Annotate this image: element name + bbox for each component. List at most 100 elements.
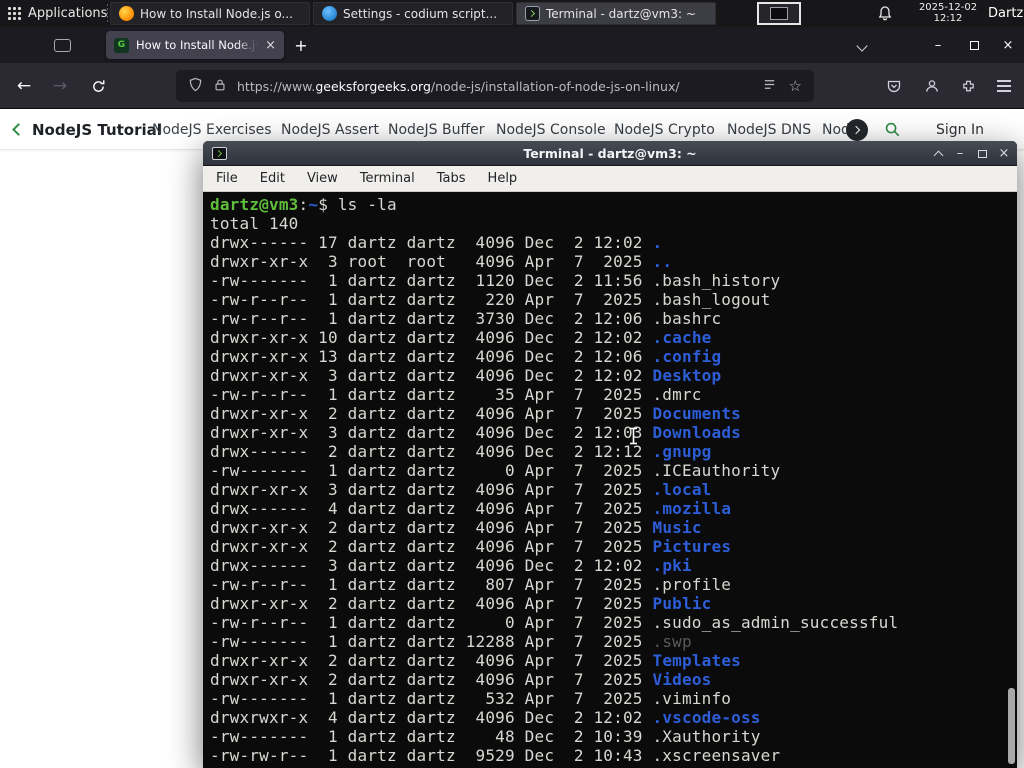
- browser-tab-bar: G How to Install Node.js on × + – ×: [0, 27, 1024, 63]
- url-path: /node-js/installation-of-node-js-on-linu…: [430, 78, 680, 94]
- menu-file[interactable]: File: [205, 166, 249, 191]
- terminal-title: Terminal - dartz@vm3: ~: [523, 146, 697, 161]
- terminal-line: -rw-r--r-- 1 dartz dartz 3730 Dec 2 12:0…: [210, 309, 722, 328]
- hamburger-bars: [997, 80, 1011, 92]
- terminal-line: total 140: [210, 214, 299, 233]
- tab-close-icon[interactable]: ×: [265, 38, 276, 53]
- terminal-line: drwxrwxr-x 4 dartz dartz 4096 Dec 2 12:0…: [210, 708, 761, 727]
- extensions-icon[interactable]: [954, 72, 982, 100]
- terminal-line: drwxr-xr-x 3 dartz dartz 4096 Dec 2 12:0…: [210, 366, 722, 385]
- user-label: Dartz: [988, 6, 1024, 21]
- terminal-line: drwx------ 17 dartz dartz 4096 Dec 2 12:…: [210, 233, 663, 252]
- nav-scroll-right-button[interactable]: [846, 119, 868, 141]
- firefox-view-icon[interactable]: [54, 39, 71, 52]
- forward-button[interactable]: →: [46, 72, 74, 100]
- terminal-line: drwxr-xr-x 2 dartz dartz 4096 Apr 7 2025…: [210, 670, 712, 689]
- terminal-close-button[interactable]: ×: [993, 141, 1015, 166]
- taskbar-window-codium[interactable]: Settings - codium script...: [313, 2, 513, 25]
- taskbar-window-firefox[interactable]: How to Install Node.js o...: [110, 2, 310, 25]
- terminal-line: drwx------ 2 dartz dartz 4096 Dec 2 12:1…: [210, 442, 712, 461]
- menu-help[interactable]: Help: [477, 166, 529, 191]
- terminal-window: Terminal - dartz@vm3: ~ – × File Edit Vi…: [203, 141, 1017, 768]
- terminal-line: -rw-r--r-- 1 dartz dartz 35 Apr 7 2025 .…: [210, 385, 702, 404]
- browser-toolbar: ← → https://www.geeksforgeeks.org/node-j…: [0, 63, 1024, 109]
- account-icon[interactable]: [918, 72, 946, 100]
- terminal-line: -rw------- 1 dartz dartz 0 Apr 7 2025 .I…: [210, 461, 781, 480]
- menu-hamburger-icon[interactable]: [990, 72, 1018, 100]
- menu-terminal[interactable]: Terminal: [349, 166, 426, 191]
- list-all-tabs-icon[interactable]: [856, 40, 868, 52]
- back-button[interactable]: ←: [10, 72, 38, 100]
- terminal-screen[interactable]: dartz@vm3:~$ ls -la total 140 drwx------ 1…: [203, 192, 1017, 768]
- terminal-scrollbar[interactable]: [1005, 192, 1017, 768]
- terminal-menu-bar: File Edit View Terminal Tabs Help: [203, 166, 1017, 192]
- terminal-line: -rw-rw-r-- 1 dartz dartz 9529 Dec 2 10:4…: [210, 746, 781, 765]
- window-maximize-button[interactable]: [960, 36, 988, 54]
- clock[interactable]: 2025-12-02 12:12: [912, 2, 984, 24]
- tracking-shield-icon[interactable]: [188, 77, 203, 96]
- site-favicon: G: [114, 37, 129, 53]
- clock-date: 2025-12-02: [918, 2, 978, 13]
- browser-tab-active[interactable]: G How to Install Node.js on ×: [106, 31, 284, 59]
- bookmark-star-icon[interactable]: ☆: [789, 78, 802, 94]
- menu-view[interactable]: View: [296, 166, 349, 191]
- reader-mode-icon[interactable]: [762, 77, 777, 96]
- lock-icon[interactable]: [213, 77, 227, 96]
- terminal-line: -rw------- 1 dartz dartz 532 Apr 7 2025 …: [210, 689, 732, 708]
- terminal-title-bar[interactable]: Terminal - dartz@vm3: ~ – ×: [203, 141, 1017, 166]
- terminal-line: -rw-r--r-- 1 dartz dartz 220 Apr 7 2025 …: [210, 290, 771, 309]
- terminal-app-icon: [212, 147, 227, 160]
- window-minimize-button[interactable]: –: [924, 36, 952, 54]
- new-tab-button[interactable]: +: [290, 34, 312, 56]
- nav-scroll-left-icon[interactable]: [12, 123, 25, 136]
- terminal-line: drwxr-xr-x 2 dartz dartz 4096 Apr 7 2025…: [210, 651, 741, 670]
- desktop: Applications How to Install Node.js o...…: [0, 0, 1024, 768]
- tray-terminal-inner-icon: [770, 7, 788, 20]
- chevron-right-icon: [851, 125, 861, 135]
- terminal-line: drwxr-xr-x 3 root root 4096 Apr 7 2025 .…: [210, 252, 673, 271]
- tray-terminal-icon[interactable]: [757, 2, 801, 25]
- terminal-line: dartz@vm3:~$ ls -la: [210, 195, 397, 214]
- url-bar[interactable]: https://www.geeksforgeeks.org/node-js/in…: [176, 70, 814, 102]
- mouse-cursor: [628, 427, 639, 449]
- menu-edit[interactable]: Edit: [249, 166, 296, 191]
- url-text[interactable]: https://www.geeksforgeeks.org/node-js/in…: [237, 79, 752, 94]
- terminal-line: drwxr-xr-x 2 dartz dartz 4096 Apr 7 2025…: [210, 404, 741, 423]
- maximize-icon: [969, 40, 979, 50]
- menu-tabs[interactable]: Tabs: [426, 166, 477, 191]
- applications-menu-button[interactable]: Applications: [0, 0, 119, 27]
- url-domain: geeksforgeeks.org: [315, 78, 431, 94]
- terminal-minimize-button[interactable]: –: [949, 141, 971, 166]
- pocket-icon[interactable]: [880, 72, 908, 100]
- window-close-button[interactable]: ×: [994, 36, 1022, 54]
- terminal-line: drwxr-xr-x 2 dartz dartz 4096 Apr 7 2025…: [210, 537, 732, 556]
- nav-item-tutorial[interactable]: NodeJS Tutorial: [32, 109, 162, 150]
- taskbar-window-title: Settings - codium script...: [343, 6, 498, 21]
- terminal-line: drwxr-xr-x 2 dartz dartz 4096 Apr 7 2025…: [210, 518, 702, 537]
- notifications-bell-icon[interactable]: [877, 5, 893, 25]
- taskbar-window-terminal[interactable]: Terminal - dartz@vm3: ~: [516, 2, 716, 25]
- terminal-line: drwxr-xr-x 3 dartz dartz 4096 Dec 2 12:0…: [210, 423, 741, 442]
- applications-label: Applications: [28, 6, 108, 21]
- terminal-line: drwxr-xr-x 13 dartz dartz 4096 Dec 2 12:…: [210, 347, 722, 366]
- taskbar-window-title: Terminal - dartz@vm3: ~: [546, 6, 696, 21]
- panel-separator: [107, 4, 108, 23]
- terminal-maximize-button[interactable]: [971, 141, 993, 166]
- terminal-line: -rw------- 1 dartz dartz 48 Dec 2 10:39 …: [210, 727, 761, 746]
- applications-grid-icon: [8, 7, 21, 20]
- top-panel: Applications How to Install Node.js o...…: [0, 0, 1024, 27]
- tab-title: How to Install Node.js on: [136, 38, 259, 52]
- terminal-shade-button[interactable]: [927, 141, 949, 166]
- terminal-icon: [525, 6, 540, 21]
- taskbar-window-title: How to Install Node.js o...: [140, 6, 293, 21]
- terminal-line: drwxr-xr-x 2 dartz dartz 4096 Apr 7 2025…: [210, 594, 712, 613]
- chevron-up-icon: [933, 150, 943, 160]
- codium-icon: [322, 6, 337, 21]
- terminal-line: -rw------- 1 dartz dartz 12288 Apr 7 202…: [210, 632, 692, 651]
- scrollbar-thumb[interactable]: [1008, 688, 1015, 764]
- terminal-line: drwx------ 3 dartz dartz 4096 Dec 2 12:0…: [210, 556, 692, 575]
- site-search-icon[interactable]: [884, 121, 901, 142]
- terminal-line: -rw-r--r-- 1 dartz dartz 0 Apr 7 2025 .s…: [210, 613, 899, 632]
- clock-time: 12:12: [933, 12, 963, 24]
- reload-button[interactable]: [84, 72, 112, 100]
